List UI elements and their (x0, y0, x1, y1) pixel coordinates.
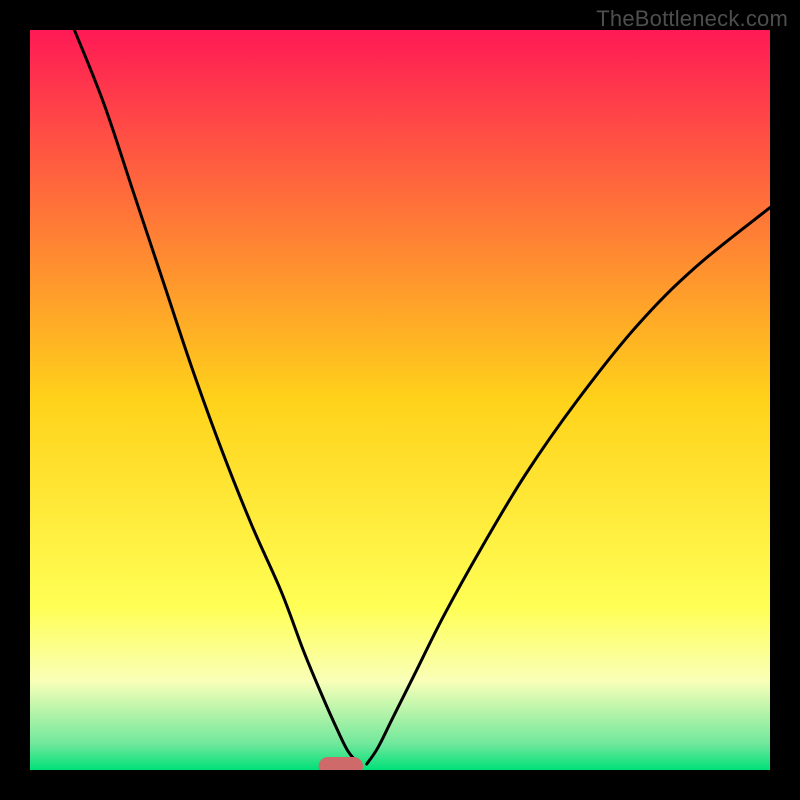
gradient-background (30, 30, 770, 770)
plot-area (30, 30, 770, 770)
notch-marker (319, 757, 363, 770)
chart-svg (30, 30, 770, 770)
chart-frame: TheBottleneck.com (0, 0, 800, 800)
notch-rect (319, 757, 363, 770)
watermark-label: TheBottleneck.com (596, 6, 788, 32)
